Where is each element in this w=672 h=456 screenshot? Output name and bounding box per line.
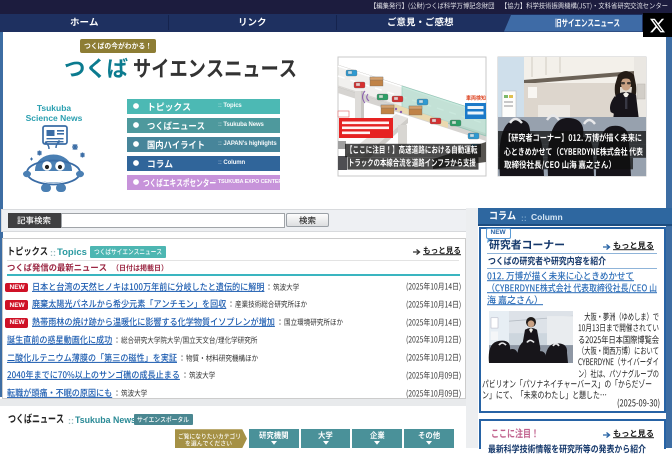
svg-text:Science News: Science News: [26, 113, 83, 123]
svg-text:Tsukuba: Tsukuba: [37, 103, 72, 113]
